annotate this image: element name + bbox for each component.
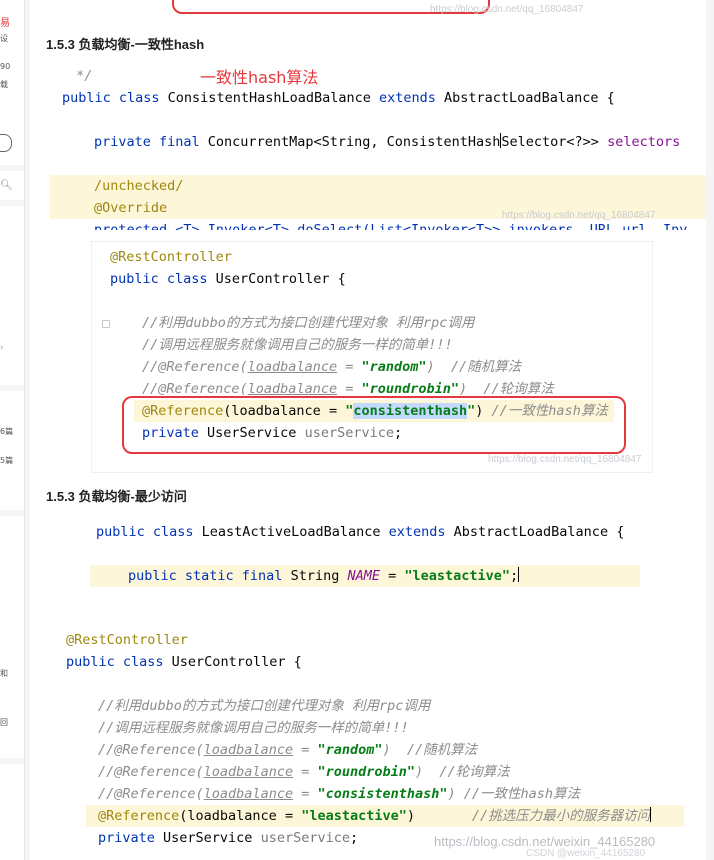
code-line: public class UserController { <box>110 271 346 287</box>
code-line: /unchecked/ <box>50 175 714 197</box>
sidebar-separator <box>0 758 24 764</box>
code-line: */ <box>68 68 93 84</box>
code-comment: //@Reference(loadbalance = "random") //随… <box>142 359 522 375</box>
article-body: https://blog.csdn.net/qq_16804847 1.5.3 … <box>30 0 714 860</box>
watermark: https://blog.csdn.net/weixin_44165280 <box>434 834 656 849</box>
sidebar-fragment: 易 设 90 载 🔍︎ › 6篇 5篇 和 回 <box>0 0 25 860</box>
sidebar-pill-button[interactable] <box>0 134 12 152</box>
watermark: CSDN @weixin_44165280 <box>526 848 646 859</box>
code-line: @RestController <box>66 632 188 648</box>
code-line: public static final String NAME = "least… <box>90 565 640 587</box>
sidebar-text-fragment: 载 <box>0 80 8 89</box>
code-comment: //利用dubbo的方式为接口创建代理对象 利用rpc调用 <box>142 315 475 331</box>
sidebar-text-fragment: 90 <box>0 62 11 71</box>
sidebar-text-fragment: 5篇 <box>0 456 14 465</box>
sidebar-separator <box>0 165 24 171</box>
code-comment: //调用远程服务就像调用自己的服务一样的简单!!! <box>98 720 409 736</box>
section-heading: 1.5.3 负载均衡-一致性hash <box>46 37 205 52</box>
page-gutter <box>706 0 714 860</box>
code-line: public class UserController { <box>66 654 302 670</box>
code-comment: //调用远程服务就像调用自己的服务一样的简单!!! <box>142 337 453 353</box>
search-icon[interactable]: 🔍︎ <box>0 180 13 191</box>
sidebar-separator <box>0 200 24 206</box>
red-annotation: 一致性hash算法 <box>200 68 319 87</box>
code-line: private UserService userService; <box>98 830 359 846</box>
chevron-right-icon[interactable]: › <box>0 343 4 353</box>
sidebar-text-fragment: 和 <box>0 669 8 678</box>
code-line: public class ConsistentHashLoadBalance e… <box>62 90 615 106</box>
highlight-box <box>122 396 626 454</box>
code-comment: //@Reference(loadbalance = "roundrobin")… <box>98 764 510 780</box>
watermark: https://blog.csdn.net/qq_16804847 <box>430 4 584 15</box>
sidebar-text-fragment: 易 <box>0 18 10 29</box>
code-screenshot-usercontroller-least: @RestController public class UserControl… <box>56 620 706 860</box>
sidebar-separator <box>0 385 24 391</box>
sidebar-text-fragment: 回 <box>0 718 8 727</box>
fold-marker-icon[interactable] <box>102 320 110 328</box>
code-line: private final ConcurrentMap<String, Cons… <box>94 133 681 150</box>
code-line: public class LeastActiveLoadBalance exte… <box>96 524 625 540</box>
code-screenshot-usercontroller-hash: @RestController public class UserControl… <box>92 242 652 472</box>
code-comment: //@Reference(loadbalance = "random") //随… <box>98 742 478 758</box>
code-line: @RestController <box>110 249 232 265</box>
sidebar-separator <box>0 510 24 516</box>
sidebar-text-fragment: 设 <box>0 34 8 43</box>
code-comment: //利用dubbo的方式为接口创建代理对象 利用rpc调用 <box>98 698 431 714</box>
watermark: https://blog.csdn.net/qq_16804847 <box>502 210 656 221</box>
code-comment: //@Reference(loadbalance = "consistentha… <box>98 786 581 802</box>
code-line: @Reference(loadbalance = "leastactive") … <box>86 805 684 827</box>
code-screenshot-consistent-hash: */ 一致性hash算法 public class ConsistentHash… <box>50 60 714 230</box>
watermark: https://blog.csdn.net/qq_16804847 <box>488 454 642 465</box>
code-screenshot-least-active: public class LeastActiveLoadBalance exte… <box>76 514 676 590</box>
section-heading: 1.5.3 负载均衡-最少访问 <box>46 489 187 504</box>
sidebar-text-fragment: 6篇 <box>0 427 14 436</box>
